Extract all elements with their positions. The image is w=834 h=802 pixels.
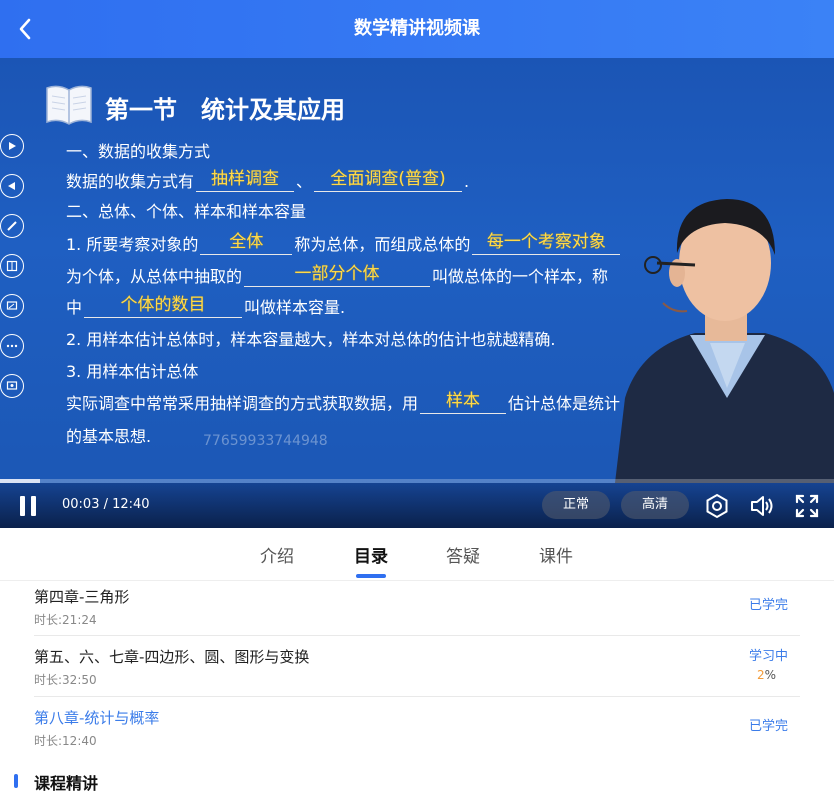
slide-text: 中 — [66, 298, 83, 317]
list-item[interactable]: 第五、六、七章-四边形、圆、图形与变换 时长:32:50 学习中 2% — [34, 636, 800, 697]
tab-courseware[interactable]: 课件 — [539, 542, 573, 567]
whiteboard-icon[interactable] — [0, 294, 24, 318]
video-player[interactable]: 第一节 统计及其应用 一、数据的收集方式 数据的收集方式有 抽样调查 、全面调查(… — [0, 58, 834, 528]
chapter-duration: 时长:12:40 — [34, 734, 97, 748]
pause-button[interactable] — [18, 496, 40, 516]
presenter-image — [615, 199, 834, 483]
slide-text: 估计总体是统计 — [508, 394, 621, 413]
answer-blank: 全面调查(普查) — [314, 169, 463, 192]
answer-blank: 抽样调查 — [196, 169, 295, 192]
playback-time: 00:03 / 12:40 — [62, 497, 150, 512]
answer-text: 全面调查(普查) — [330, 169, 446, 189]
answer-blank: 每一个考察对象 — [472, 232, 621, 255]
slide-text: 实际调查中常常采用抽样调查的方式获取数据，用 — [66, 394, 419, 413]
section-accent-bar — [14, 774, 18, 788]
slide-text: 叫做样本容量. — [244, 298, 346, 317]
answer-blank: 样本 — [420, 391, 507, 414]
speed-button[interactable]: 正常 — [542, 491, 610, 519]
answer-blank: 全体 — [200, 232, 293, 255]
chapter-status: 已学完 — [748, 719, 788, 734]
slide-line: 二、总体、个体、样本和样本容量 — [66, 202, 307, 221]
slide-text: 、 — [296, 172, 313, 191]
slide-title: 第一节 统计及其应用 — [105, 96, 345, 124]
page-title: 数学精讲视频课 — [354, 18, 480, 39]
progress-unit: % — [764, 668, 776, 682]
section-title: 课程精讲 — [34, 774, 99, 793]
app-header: 数学精讲视频课 — [0, 0, 834, 58]
slide-text: 称为总体，而组成总体的 — [294, 235, 471, 254]
active-tab-indicator — [356, 574, 386, 578]
chapter-title: 第四章-三角形 — [34, 588, 130, 606]
answer-text: 每一个考察对象 — [486, 232, 606, 252]
slide-line: 2. 用样本估计总体时，样本容量越大，样本对总体的估计也就越精确. — [66, 330, 556, 349]
pen-icon[interactable] — [0, 214, 24, 238]
settings-icon[interactable] — [704, 493, 730, 519]
pause-icon — [31, 496, 36, 516]
slide-text: 叫做总体的一个样本，称 — [432, 267, 609, 286]
watermark-id: 77659933744948 — [203, 433, 328, 449]
quality-button[interactable]: 高清 — [621, 491, 689, 519]
more-icon[interactable] — [0, 334, 24, 358]
player-controls: 00:03 / 12:40 正常 高清 — [0, 483, 834, 528]
slide-line: 实际调查中常常采用抽样调查的方式获取数据，用 样本 估计总体是统计 — [66, 390, 620, 414]
chapter-list: 第四章-三角形 时长:21:24 已学完 第五、六、七章-四边形、圆、图形与变换… — [34, 580, 800, 755]
pause-icon — [20, 496, 25, 516]
slide-text: 数据的收集方式有 — [66, 172, 195, 191]
slide-line: 1. 所要考察对象的 全体 称为总体，而组成总体的 每一个考察对象 — [66, 231, 622, 255]
slide-text: . — [464, 172, 470, 191]
chapter-status: 已学完 — [748, 598, 788, 613]
chapter-duration: 时长:32:50 — [34, 673, 97, 687]
answer-blank: 个体的数目 — [84, 295, 243, 318]
chapter-progress: 2% — [757, 668, 776, 682]
progress-number: 2 — [756, 668, 765, 682]
chapter-title: 第五、六、七章-四边形、圆、图形与变换 — [34, 648, 310, 666]
slide-line: 3. 用样本估计总体 — [66, 362, 199, 381]
chapter-title: 第八章-统计与概率 — [34, 709, 160, 727]
volume-icon[interactable] — [749, 493, 775, 519]
course-tabs: 介绍 目录 答疑 课件 — [0, 528, 834, 581]
answer-text: 个体的数目 — [120, 295, 206, 315]
tab-catalog[interactable]: 目录 — [354, 542, 388, 567]
answer-blank: 一部分个体 — [244, 264, 431, 287]
fullscreen-icon[interactable] — [794, 493, 820, 519]
slide-tools — [0, 134, 24, 414]
answer-text: 样本 — [446, 391, 481, 411]
slide-line: 中 个体的数目 叫做样本容量. — [66, 294, 345, 318]
play-next-icon[interactable] — [0, 134, 24, 158]
open-book-icon — [46, 85, 92, 125]
answer-text: 一部分个体 — [294, 264, 380, 284]
answer-text: 抽样调查 — [211, 169, 280, 189]
slide-line: 数据的收集方式有 抽样调查 、全面调查(普查) . — [66, 168, 469, 192]
layout-icon[interactable] — [0, 254, 24, 278]
slide-line: 为个体，从总体中抽取的 一部分个体 叫做总体的一个样本，称 — [66, 263, 608, 287]
answer-text: 全体 — [229, 232, 264, 252]
slide-text: 为个体，从总体中抽取的 — [66, 267, 243, 286]
list-item[interactable]: 第八章-统计与概率 时长:12:40 已学完 — [34, 697, 800, 755]
play-prev-icon[interactable] — [0, 174, 24, 198]
slide-line: 一、数据的收集方式 — [66, 142, 211, 161]
slide-line: 的基本思想. — [66, 427, 152, 446]
tab-qa[interactable]: 答疑 — [446, 542, 480, 567]
slide-text: 1. 所要考察对象的 — [66, 235, 199, 254]
chapter-duration: 时长:21:24 — [34, 613, 97, 627]
list-item[interactable]: 第四章-三角形 时长:21:24 已学完 — [34, 580, 800, 636]
chevron-left-icon — [19, 18, 31, 40]
chapter-status: 学习中 — [748, 649, 788, 664]
tab-intro[interactable]: 介绍 — [260, 542, 294, 567]
screen-icon[interactable] — [0, 374, 24, 398]
back-button[interactable] — [8, 12, 42, 46]
